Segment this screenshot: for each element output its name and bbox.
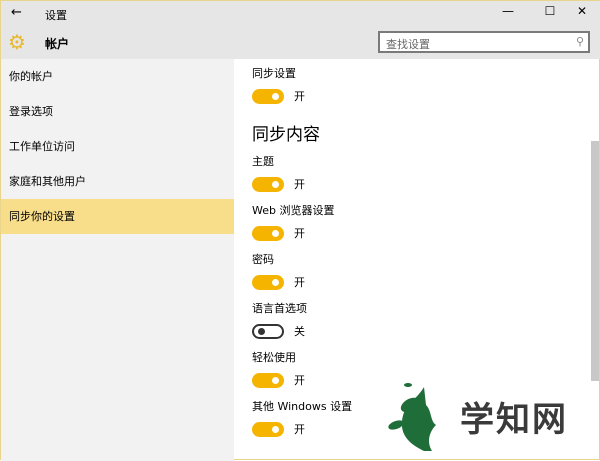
- sidebar-item-work-access[interactable]: 工作单位访问: [1, 129, 234, 164]
- sidebar-item-sign-in-options[interactable]: 登录选项: [1, 94, 234, 129]
- sidebar: 你的帐户 登录选项 工作单位访问 家庭和其他用户 同步你的设置: [1, 59, 234, 461]
- toggle-state: 开: [294, 374, 305, 387]
- sidebar-item-sync-settings[interactable]: 同步你的设置: [1, 199, 234, 234]
- browser-toggle[interactable]: [252, 225, 284, 241]
- window-title: 设置: [45, 9, 67, 22]
- back-button[interactable]: ←: [11, 5, 22, 20]
- theme-toggle[interactable]: [252, 176, 284, 192]
- toggle-state: 开: [294, 227, 305, 240]
- sidebar-item-family[interactable]: 家庭和其他用户: [1, 164, 234, 199]
- header: ⚙ 帐户 查找设置 ⚲: [1, 26, 600, 59]
- search-icon[interactable]: ⚲: [576, 35, 584, 48]
- watermark-text: 学知网: [460, 399, 568, 440]
- browser-label: Web 浏览器设置: [252, 204, 335, 217]
- sync-settings-label: 同步设置: [252, 67, 296, 80]
- passwords-label: 密码: [252, 253, 274, 266]
- toggle-state: 开: [294, 423, 305, 436]
- scrollbar[interactable]: [591, 141, 599, 381]
- maximize-button[interactable]: ☐: [535, 4, 565, 18]
- language-toggle[interactable]: [252, 323, 284, 339]
- language-label: 语言首选项: [252, 302, 307, 315]
- other-windows-toggle[interactable]: [252, 421, 284, 437]
- minimize-button[interactable]: —: [493, 4, 523, 18]
- watermark: 学知网: [386, 381, 568, 451]
- title-bar: ← 设置 — ☐ ✕: [1, 1, 600, 26]
- passwords-toggle[interactable]: [252, 274, 284, 290]
- toggle-state: 开: [294, 90, 305, 103]
- toggle-state: 关: [294, 325, 305, 338]
- section-title: 同步内容: [252, 125, 320, 145]
- toggle-state: 开: [294, 178, 305, 191]
- ease-of-access-label: 轻松使用: [252, 351, 296, 364]
- search-placeholder: 查找设置: [386, 38, 430, 51]
- sidebar-item-your-account[interactable]: 你的帐户: [1, 59, 234, 94]
- sync-settings-toggle[interactable]: [252, 88, 284, 104]
- toggle-state: 开: [294, 276, 305, 289]
- page-title: 帐户: [45, 37, 70, 51]
- theme-label: 主题: [252, 155, 274, 168]
- search-input[interactable]: 查找设置 ⚲: [378, 31, 590, 53]
- close-button[interactable]: ✕: [567, 4, 597, 18]
- ease-of-access-toggle[interactable]: [252, 372, 284, 388]
- gear-icon: ⚙: [8, 30, 26, 54]
- leaf-logo-icon: [388, 383, 436, 451]
